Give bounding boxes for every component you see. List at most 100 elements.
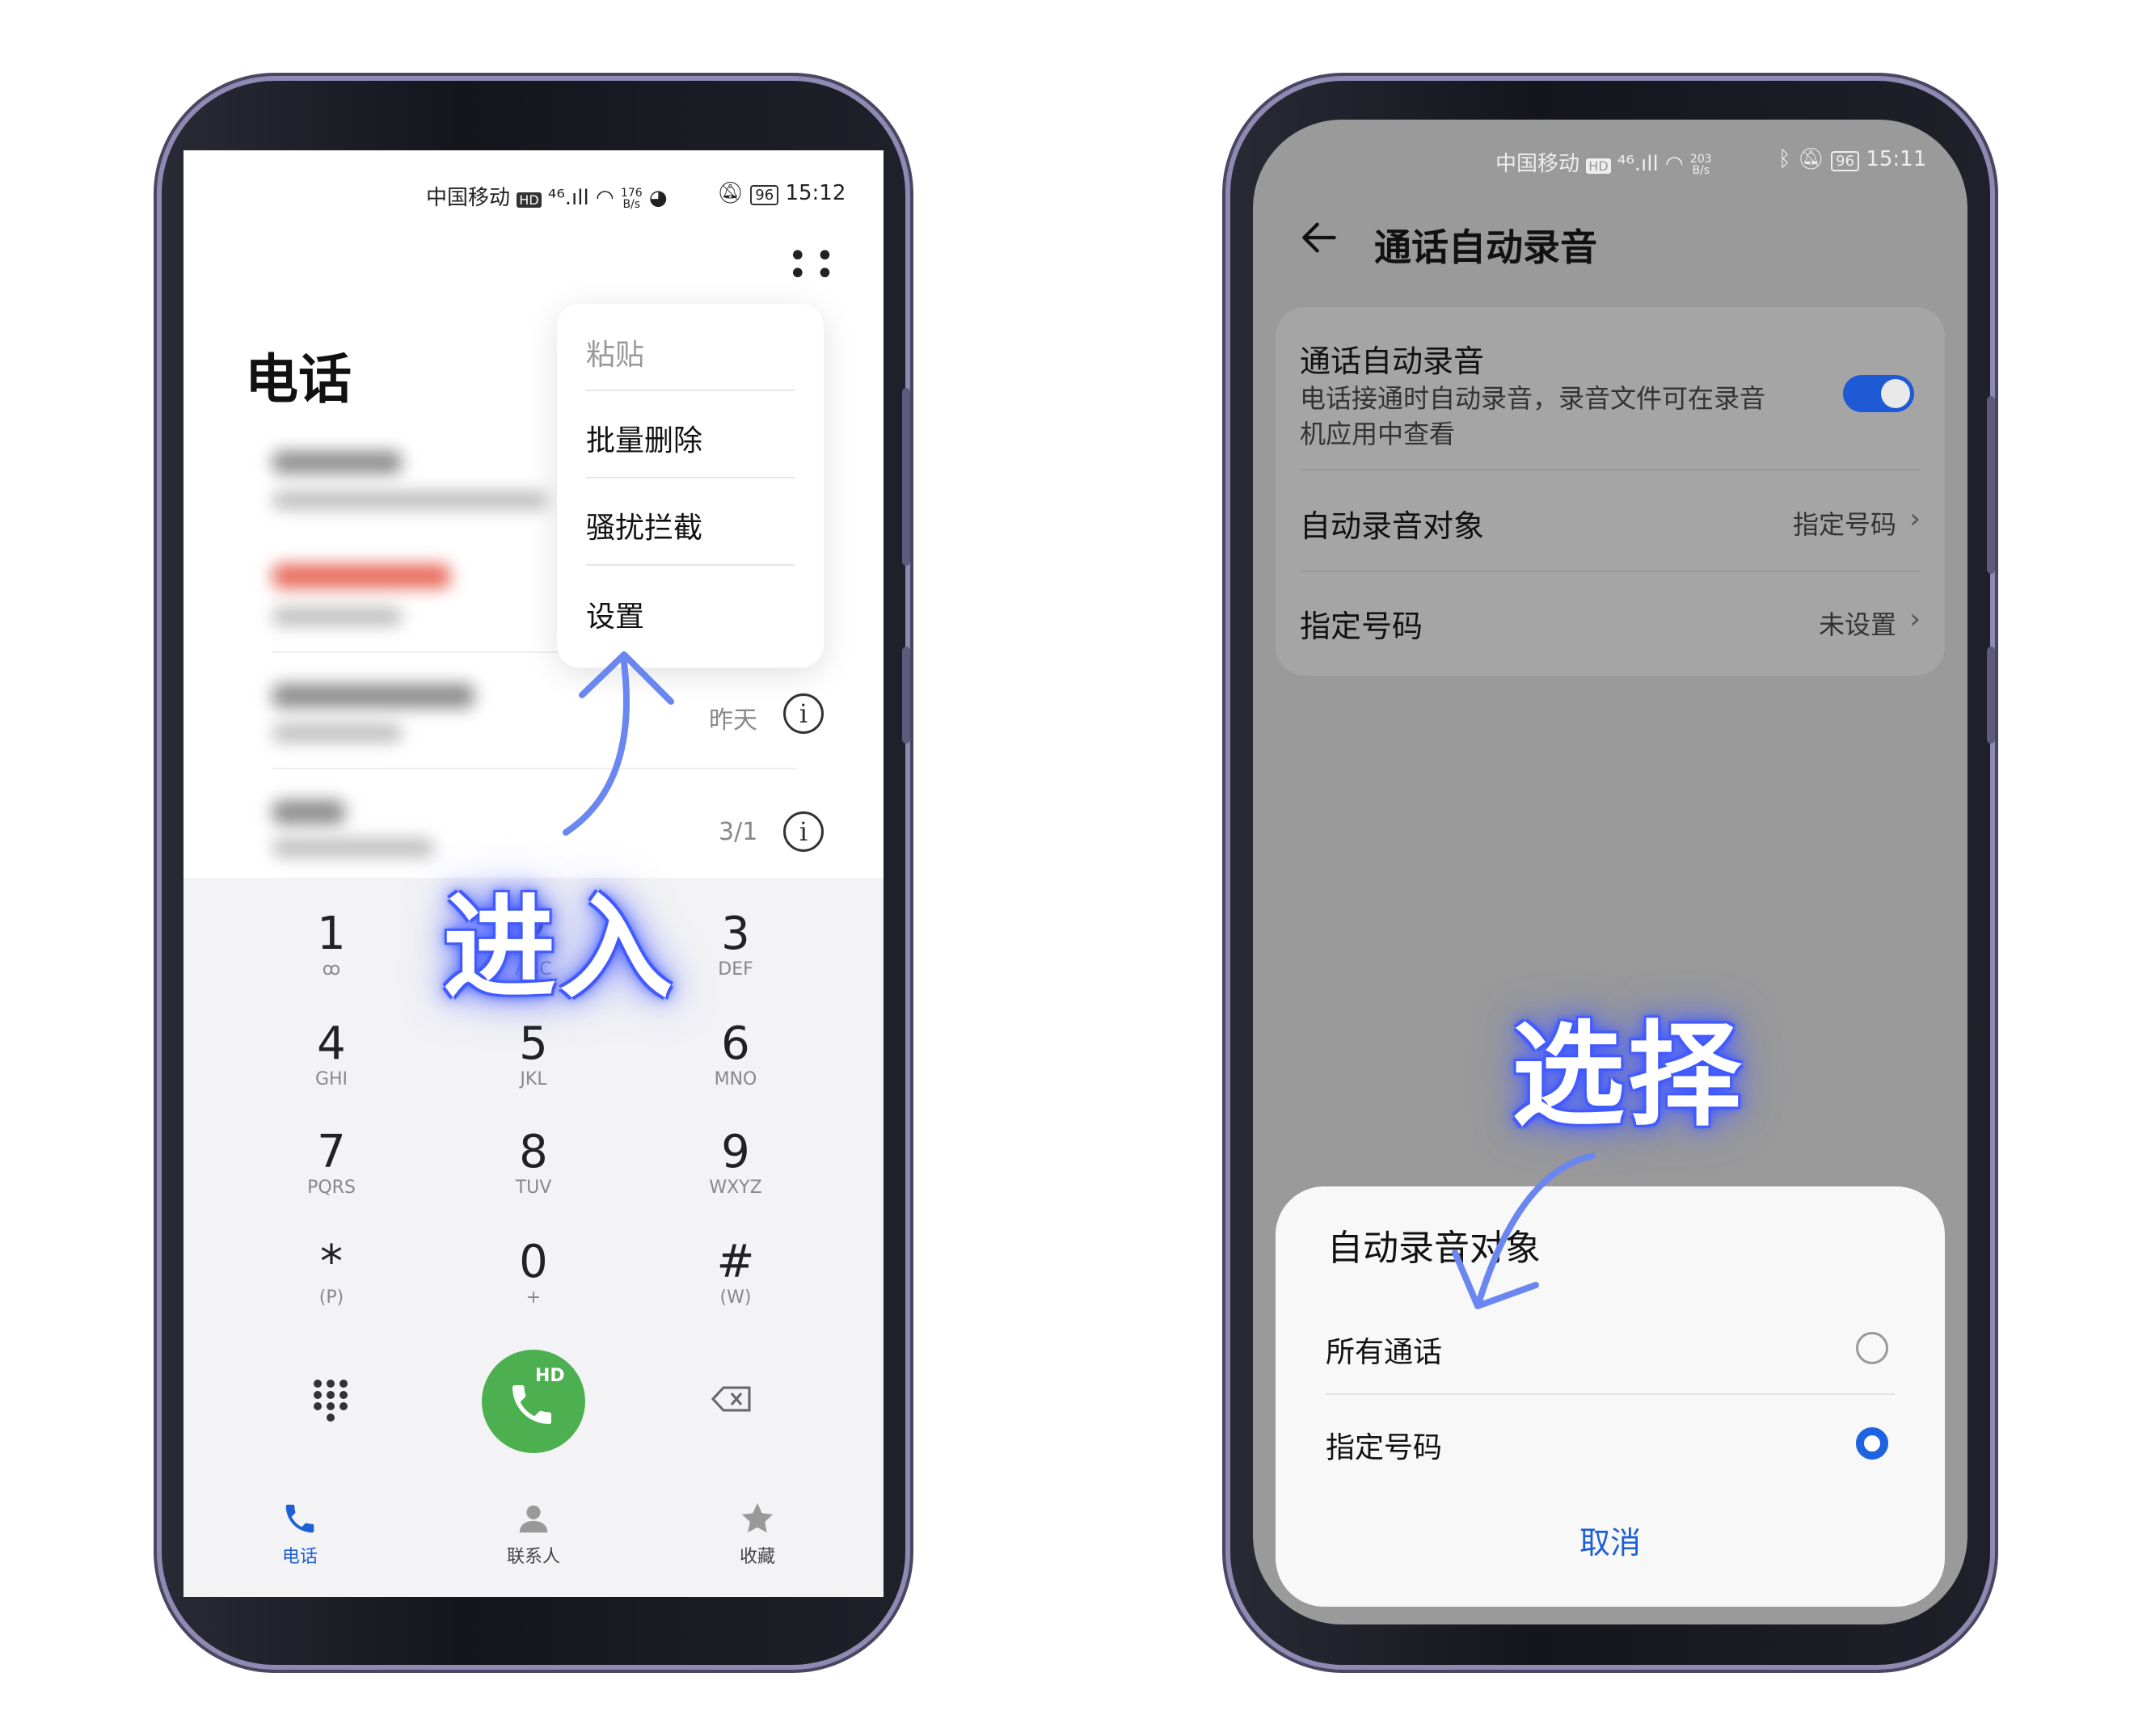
status-right: ᛒ 🔕︎ 96 15:11 [1778,147,1926,171]
call-date: 3/1 [719,818,758,846]
phone-icon [285,1504,314,1533]
option-label: 所有通话 [1326,1336,1443,1369]
setting-value: 未设置 [1818,609,1896,640]
volume-button [1987,396,1995,574]
info-icon[interactable]: i [783,693,824,734]
nav-label: 电话 [281,1547,318,1567]
key-9[interactable]: 9 WXYZ [655,1128,816,1199]
auto-record-toggle[interactable] [1843,375,1914,412]
more-menu-icon[interactable]: •• •• [788,240,842,290]
page-title: 通话自动录音 [1374,225,1597,269]
menu-item-spam-block[interactable]: 骚扰拦截 [586,504,702,546]
call-log-detail-blur [272,608,402,626]
pointer-arrow-icon [563,651,674,836]
right-screen: 中国移动 HD ⁴⁶.ıll ◠ 203 B/s ᛒ 🔕︎ 96 15:11 通… [1253,120,1967,1624]
menu-divider [586,477,795,478]
volume-button [902,388,910,566]
setting-title: 自动录音对象 [1300,508,1485,544]
menu-item-paste[interactable]: 粘贴 [586,331,644,373]
key-8[interactable]: 8 TUV [453,1128,614,1199]
contacts-icon [519,1505,548,1533]
setting-title: 指定号码 [1300,609,1423,644]
status-right: 🔕︎ 96 15:12 [717,181,846,205]
clock: 15:12 [785,181,846,205]
nav-label: 联系人 [506,1547,560,1567]
back-arrow-icon[interactable] [1297,215,1342,263]
clock: 15:11 [1866,147,1927,171]
speed-unit: B/s [622,197,641,211]
call-button[interactable]: HD [482,1350,585,1453]
battery-icon: 96 [750,185,779,205]
voicemail-icon: ꝏ [322,959,341,980]
hd-badge: HD [517,192,542,208]
key-6[interactable]: 6 MNO [655,1020,816,1091]
mute-icon: 🔕︎ [1797,147,1824,171]
call-log-detail-blur [272,724,402,742]
chevron-right-icon: › [1909,603,1921,635]
menu-divider [586,390,795,391]
menu-item-settings[interactable]: 设置 [586,593,644,635]
power-button [1987,647,1995,744]
key-5[interactable]: 5 JKL [453,1020,614,1091]
key-4[interactable]: 4 GHI [251,1020,412,1091]
key-1[interactable]: 1ꝏ [251,910,412,981]
nav-tab-favorites[interactable]: 收藏 [693,1500,822,1568]
cancel-button[interactable]: 取消 [1276,1518,1945,1562]
key-3[interactable]: 3 DEF [655,910,816,981]
star-icon [741,1502,774,1533]
menu-item-batch-delete[interactable]: 批量删除 [586,417,702,459]
bluetooth-icon: ᛒ [1778,147,1791,171]
wifi-icon: ◠ [595,186,614,210]
option-label: 指定号码 [1326,1431,1443,1464]
annotation-enter: 进入 [443,883,677,1014]
option-specific-numbers[interactable]: 指定号码 [1276,1395,1945,1489]
nav-label: 收藏 [739,1547,775,1567]
setting-title: 通话自动录音 [1300,343,1485,379]
carrier-label: 中国移动 [426,186,511,210]
radio-button-selected[interactable] [1856,1427,1888,1460]
call-log-name-blur [272,451,402,474]
signal-icon: ⁴⁶.ıll [1617,152,1659,176]
menu-divider [586,564,795,566]
settings-card: 通话自动录音 电话接通时自动录音，录音文件可在录音 机应用中查看 自动录音对象 … [1276,307,1945,676]
hd-badge: HD [1586,158,1611,174]
call-log-name-blur [272,684,474,708]
wechat-icon: ◕ [648,186,668,210]
key-hash[interactable]: # (W) [655,1238,816,1309]
option-all-calls[interactable]: 所有通话 [1276,1300,1945,1393]
chevron-right-icon: › [1909,503,1921,535]
divider [272,768,798,769]
mute-icon: 🔕︎ [717,181,744,205]
call-log-name-blur [272,800,345,824]
backspace-icon[interactable] [711,1385,753,1416]
setting-row-numbers[interactable]: 指定号码 未设置 › [1276,572,1945,672]
nav-tab-contacts[interactable]: 联系人 [469,1500,598,1568]
setting-description: 机应用中查看 [1300,419,1456,449]
overflow-menu: 粘贴 批量删除 骚扰拦截 设置 [557,304,824,668]
keypad-toggle-icon[interactable] [313,1379,348,1427]
hd-call-badge: HD [535,1366,565,1386]
status-bar: 中国移动 HD ⁴⁶.ıll ◠ 176 B/s ◕ [426,181,668,211]
speed-unit: B/s [1692,163,1710,177]
annotation-select: 选择 [1512,1010,1745,1142]
key-0[interactable]: 0 + [453,1238,614,1309]
setting-row-target[interactable]: 自动录音对象 指定号码 › [1276,470,1945,571]
power-button [902,647,910,744]
battery-icon: 96 [1831,151,1860,171]
setting-value: 指定号码 [1792,509,1896,540]
key-7[interactable]: 7 PQRS [251,1128,412,1199]
call-log-missed-blur [272,564,450,588]
page-title: 电话 [245,348,352,411]
nav-tab-phone[interactable]: 电话 [235,1500,365,1568]
setting-description: 电话接通时自动录音，录音文件可在录音 [1300,383,1766,414]
key-star[interactable]: * (P) [251,1238,412,1309]
wifi-icon: ◠ [1664,152,1684,176]
call-log-detail-blur [272,839,434,857]
pointer-arrow-icon [1452,1152,1596,1309]
signal-icon: ⁴⁶.ıll [547,186,589,210]
info-icon[interactable]: i [783,811,824,852]
radio-button[interactable] [1856,1332,1888,1364]
selection-dialog: 自动录音对象 所有通话 指定号码 取消 [1276,1186,1945,1607]
status-bar: 中国移动 HD ⁴⁶.ıll ◠ 203 B/s [1495,147,1712,177]
call-date: 昨天 [709,706,757,735]
